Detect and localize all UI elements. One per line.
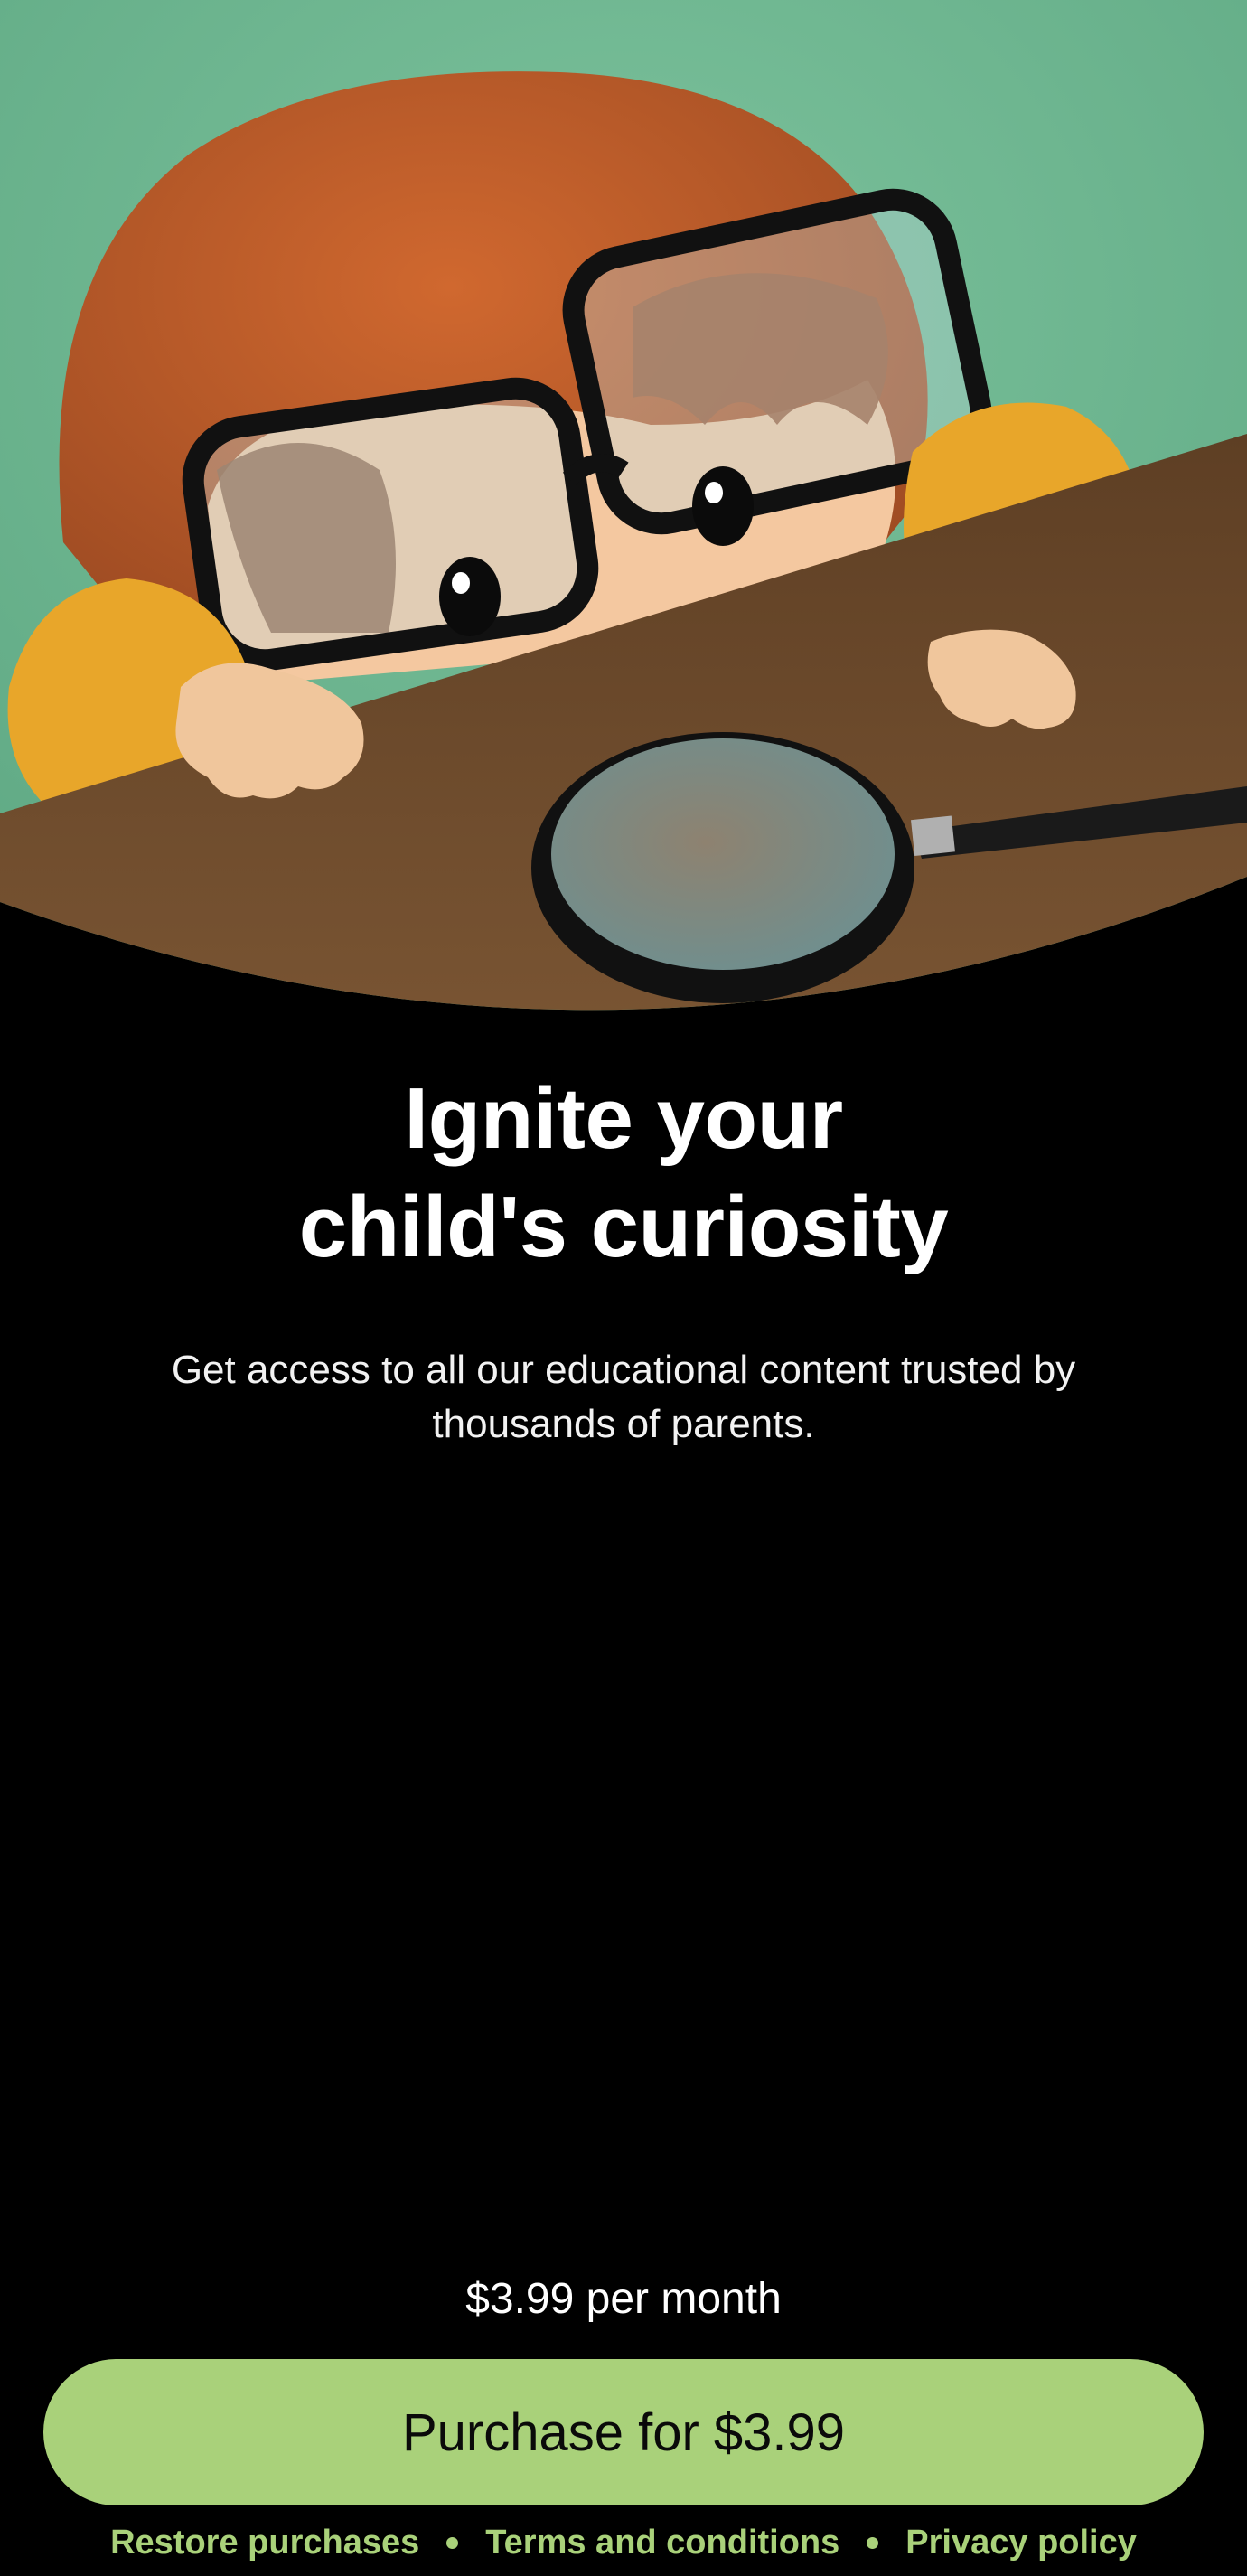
dot-separator-icon [446,2536,459,2549]
hero-illustration [0,0,1247,1048]
privacy-policy-link[interactable]: Privacy policy [905,2524,1137,2562]
page-title-line-2: child's curiosity [298,1179,949,1275]
subtitle: Get access to all our educational conten… [171,1348,1076,1446]
purchase-button[interactable]: Purchase for $3.99 [43,2359,1204,2505]
dot-separator-icon [867,2536,879,2549]
page-title-line-1: Ignite your [404,1070,843,1167]
child-with-glasses-and-magnifying-glass-illustration [0,0,1247,1011]
page-title: Ignite your child's curiosity [0,1065,1247,1282]
restore-purchases-link[interactable]: Restore purchases [110,2524,419,2562]
price-label: $3.99 per month [465,2275,782,2323]
footer-links: Restore purchases Terms and conditions P… [0,2518,1247,2567]
terms-and-conditions-link[interactable]: Terms and conditions [485,2524,839,2562]
